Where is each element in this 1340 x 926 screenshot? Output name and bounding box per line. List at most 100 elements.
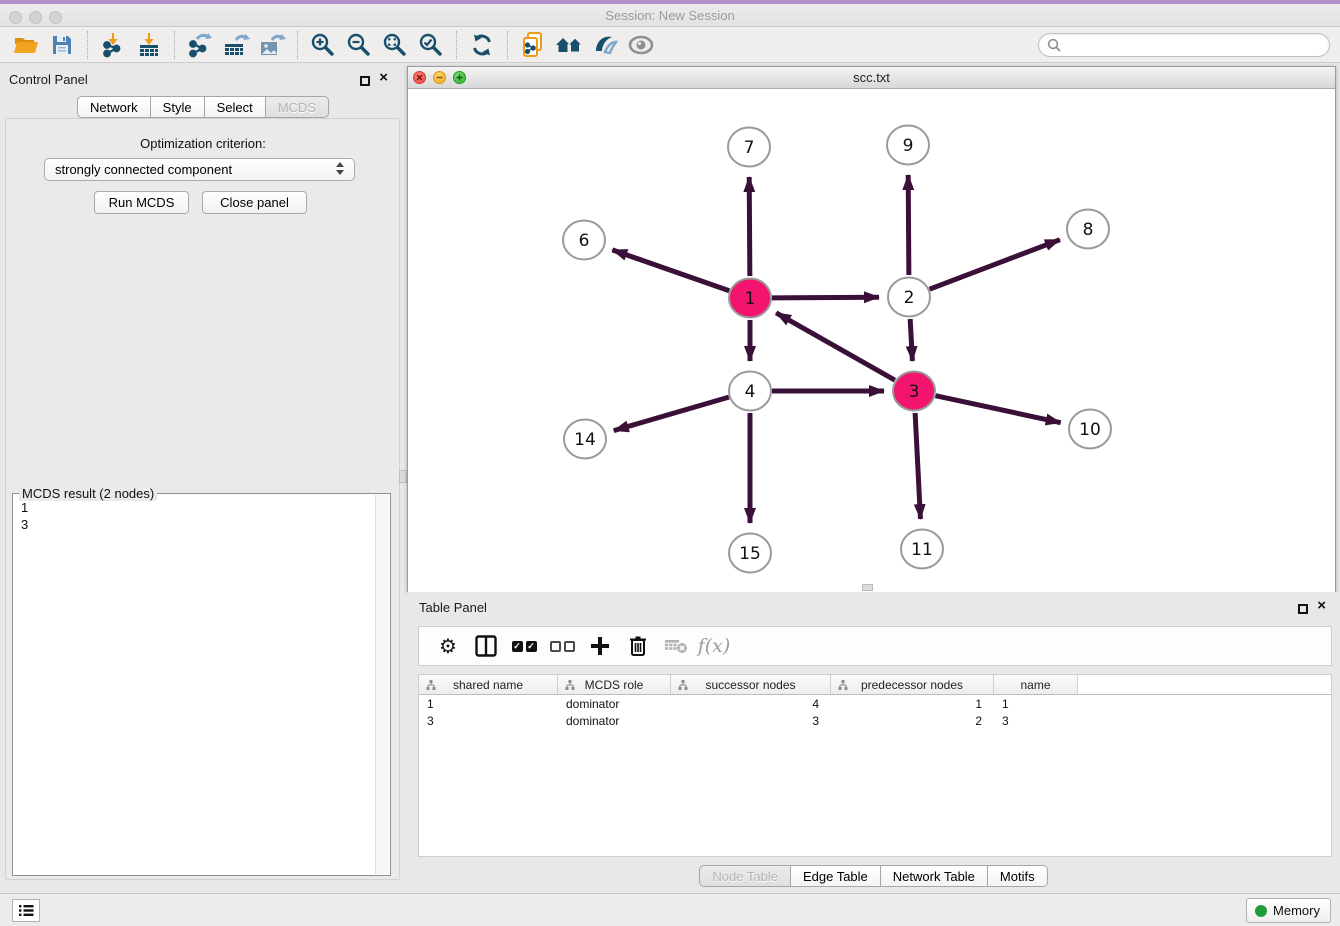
- tab-motifs[interactable]: Motifs: [988, 865, 1048, 887]
- apply-style-icon[interactable]: [587, 30, 623, 60]
- column-header-successor-nodes[interactable]: successor nodes: [671, 675, 831, 694]
- table-cell[interactable]: 3: [994, 712, 1078, 729]
- node-1[interactable]: 1: [729, 279, 771, 318]
- node-6[interactable]: 6: [563, 221, 605, 260]
- zoom-fit-icon[interactable]: [377, 30, 413, 60]
- mcds-result-text[interactable]: 1 3: [13, 496, 375, 873]
- close-panel-button[interactable]: Close panel: [202, 191, 307, 214]
- horizontal-splitter-grip[interactable]: [862, 584, 873, 591]
- tab-network-table[interactable]: Network Table: [881, 865, 988, 887]
- table-row[interactable]: 1dominator411: [419, 695, 1331, 712]
- table-cell[interactable]: dominator: [558, 712, 671, 729]
- table-row[interactable]: 3dominator323: [419, 712, 1331, 729]
- column-header-shared-name[interactable]: shared name: [419, 675, 558, 694]
- network-canvas[interactable]: 7 9 6 8 1 2 4 3 14 10 15 11: [408, 89, 1335, 592]
- float-panel-icon[interactable]: [360, 73, 370, 91]
- tab-style[interactable]: Style: [151, 96, 205, 118]
- control-panel-title: Control Panel: [9, 72, 88, 87]
- node-table[interactable]: shared nameMCDS rolesuccessor nodesprede…: [418, 674, 1332, 857]
- svg-text:7: 7: [744, 138, 755, 158]
- memory-button[interactable]: Memory: [1246, 898, 1331, 923]
- edge-3-1[interactable]: [776, 313, 895, 380]
- add-column-icon[interactable]: [581, 630, 619, 662]
- function-builder-icon[interactable]: f(x): [695, 630, 733, 662]
- export-image-icon[interactable]: [254, 30, 290, 60]
- edge-2-9[interactable]: [908, 175, 909, 275]
- criterion-dropdown[interactable]: strongly connected component: [44, 158, 355, 181]
- node-2[interactable]: 2: [888, 278, 930, 317]
- zoom-selected-icon[interactable]: [413, 30, 449, 60]
- node-4[interactable]: 4: [729, 372, 771, 411]
- tab-select[interactable]: Select: [205, 96, 266, 118]
- table-cell[interactable]: 1: [994, 695, 1078, 712]
- svg-text:3: 3: [909, 382, 920, 402]
- node-7[interactable]: 7: [728, 128, 770, 167]
- memory-button-label: Memory: [1273, 903, 1320, 918]
- refresh-icon[interactable]: [464, 30, 500, 60]
- tab-mcds[interactable]: MCDS: [266, 96, 329, 118]
- node-11[interactable]: 11: [901, 530, 943, 569]
- table-cell[interactable]: 3: [671, 712, 831, 729]
- open-icon[interactable]: [8, 30, 44, 60]
- tab-node-table[interactable]: Node Table: [699, 865, 791, 887]
- export-network-icon[interactable]: [182, 30, 218, 60]
- show-graphics-icon[interactable]: [623, 30, 659, 60]
- export-table-icon[interactable]: [218, 30, 254, 60]
- edge-2-3[interactable]: [910, 319, 912, 361]
- node-8[interactable]: 8: [1067, 210, 1109, 249]
- edge-4-14[interactable]: [614, 397, 729, 430]
- mcds-result-scrollbar[interactable]: [375, 495, 389, 874]
- edge-1-2[interactable]: [772, 297, 879, 298]
- table-header-row: shared nameMCDS rolesuccessor nodesprede…: [419, 675, 1331, 695]
- zoom-in-icon[interactable]: [305, 30, 341, 60]
- search-field[interactable]: [1038, 33, 1330, 57]
- home-icon[interactable]: [551, 30, 587, 60]
- table-cell[interactable]: 1: [419, 695, 558, 712]
- zoom-out-icon[interactable]: [341, 30, 377, 60]
- select-none-icon[interactable]: [543, 630, 581, 662]
- edge-1-6[interactable]: [612, 250, 729, 291]
- table-cell[interactable]: 3: [419, 712, 558, 729]
- node-15[interactable]: 15: [729, 534, 771, 573]
- node-9[interactable]: 9: [887, 126, 929, 165]
- edge-3-10[interactable]: [936, 396, 1061, 423]
- split-columns-icon[interactable]: [467, 630, 505, 662]
- import-table-icon[interactable]: [131, 30, 167, 60]
- task-history-button[interactable]: [12, 899, 40, 922]
- select-all-icon[interactable]: ✓✓: [505, 630, 543, 662]
- node-3[interactable]: 3: [893, 372, 935, 411]
- close-table-panel-icon[interactable]: ×: [1317, 601, 1326, 611]
- svg-text:14: 14: [574, 430, 596, 450]
- duplicate-network-icon[interactable]: [515, 30, 551, 60]
- tab-edge-table[interactable]: Edge Table: [791, 865, 881, 887]
- tab-network[interactable]: Network: [77, 96, 151, 118]
- edge-2-8[interactable]: [930, 240, 1060, 290]
- import-network-icon[interactable]: [95, 30, 131, 60]
- column-header-predecessor-nodes[interactable]: predecessor nodes: [831, 675, 994, 694]
- hierarchy-icon: [426, 680, 436, 690]
- gear-icon[interactable]: ⚙: [429, 630, 467, 662]
- node-14[interactable]: 14: [564, 420, 606, 459]
- table-body: 1dominator4113dominator323: [419, 695, 1331, 729]
- table-cell[interactable]: 4: [671, 695, 831, 712]
- float-table-panel-icon[interactable]: [1298, 601, 1308, 619]
- table-cell[interactable]: 2: [831, 712, 994, 729]
- network-graph[interactable]: 7 9 6 8 1 2 4 3 14 10 15 11: [408, 89, 1335, 592]
- svg-text:8: 8: [1083, 220, 1094, 240]
- table-cell[interactable]: 1: [831, 695, 994, 712]
- run-mcds-button[interactable]: Run MCDS: [94, 191, 189, 214]
- delete-table-icon[interactable]: [657, 630, 695, 662]
- save-icon[interactable]: [44, 30, 80, 60]
- vertical-splitter[interactable]: [399, 63, 407, 893]
- close-panel-icon[interactable]: ×: [379, 73, 388, 83]
- delete-column-icon[interactable]: [619, 630, 657, 662]
- splitter-grip[interactable]: [399, 470, 407, 483]
- search-input[interactable]: [1065, 35, 1329, 55]
- edge-1-7[interactable]: [749, 177, 750, 276]
- table-cell[interactable]: dominator: [558, 695, 671, 712]
- column-header-MCDS-role[interactable]: MCDS role: [558, 675, 671, 694]
- network-view-window: scc.txt 7968124314101511: [407, 66, 1336, 592]
- node-10[interactable]: 10: [1069, 410, 1111, 449]
- edge-3-11[interactable]: [915, 413, 920, 519]
- column-header-name[interactable]: name: [994, 675, 1078, 694]
